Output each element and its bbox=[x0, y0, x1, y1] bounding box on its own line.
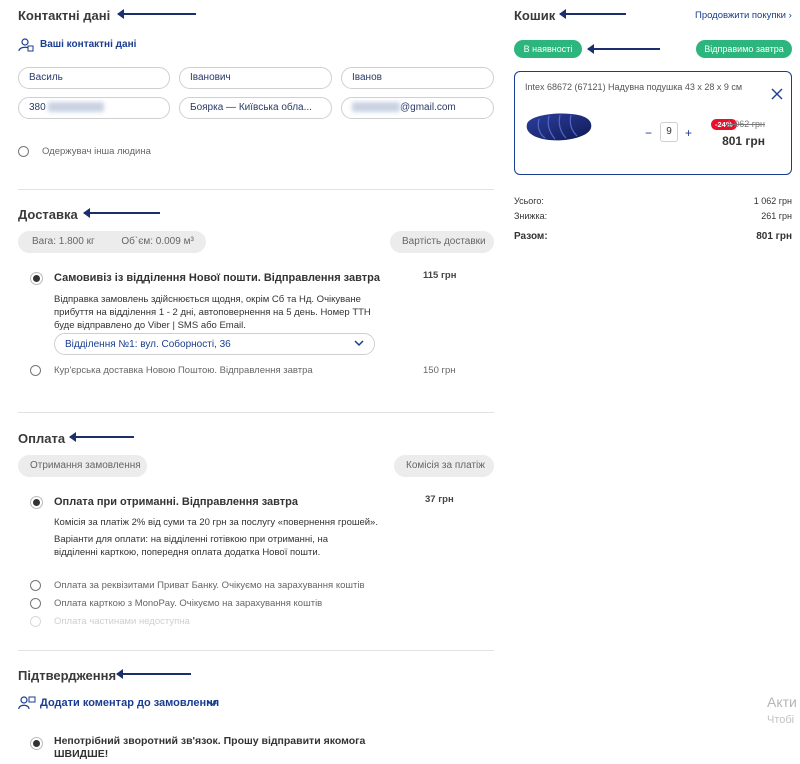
courier-radio[interactable] bbox=[30, 365, 41, 376]
continue-shopping-link[interactable]: Продовжити покупки › bbox=[695, 10, 792, 21]
ship-tomorrow-badge: Відправимо завтра bbox=[696, 40, 792, 58]
cash-on-delivery-radio[interactable] bbox=[30, 496, 43, 509]
last-name-field[interactable]: Іванов bbox=[341, 67, 494, 89]
close-icon[interactable] bbox=[771, 88, 783, 103]
person-icon bbox=[18, 38, 34, 52]
delivery-title: Доставка bbox=[18, 207, 78, 222]
privat-radio[interactable] bbox=[30, 580, 41, 591]
current-price: 801 грн bbox=[722, 134, 765, 148]
courier-label: Кур'єрська доставка Новою Поштою. Відпра… bbox=[54, 365, 313, 376]
other-recipient-label: Одержувач інша людина bbox=[42, 146, 151, 157]
branch-selected: Відділення №1: вул. Соборності, 36 bbox=[65, 339, 231, 350]
city-field[interactable]: Боярка — Київська обла... bbox=[179, 97, 332, 119]
payment-title: Оплата bbox=[18, 431, 66, 446]
activation-watermark-sub: Чтобі bbox=[767, 714, 795, 726]
annotation-arrow bbox=[116, 669, 191, 679]
installments-radio bbox=[30, 616, 41, 627]
quantity-input[interactable]: 9 bbox=[660, 122, 678, 142]
no-callback-label: Непотрібний зворотний зв'язок. Прошу від… bbox=[54, 735, 366, 760]
discount-value: 261 грн bbox=[761, 211, 792, 221]
payment-variants-text: Варіанти для оплати: на відділенні готів… bbox=[54, 534, 329, 558]
increase-qty-button[interactable]: + bbox=[685, 126, 692, 140]
total-value: 1 062 грн bbox=[753, 196, 792, 206]
product-image[interactable] bbox=[523, 110, 595, 147]
phone-field[interactable]: 380 bbox=[18, 97, 170, 119]
cash-on-delivery-label: Оплата при отриманні. Відправлення завтр… bbox=[54, 496, 299, 508]
redacted-phone bbox=[48, 102, 105, 113]
divider bbox=[18, 412, 494, 413]
contacts-title: Контактні дані bbox=[18, 8, 111, 23]
first-name-field[interactable]: Василь bbox=[18, 67, 170, 89]
cash-on-delivery-price: 37 грн bbox=[425, 494, 454, 505]
courier-price: 150 грн bbox=[423, 365, 456, 376]
installments-label: Оплата частинами недоступна bbox=[54, 616, 190, 627]
discount-label: Знижка: bbox=[514, 211, 548, 221]
monopay-radio[interactable] bbox=[30, 598, 41, 609]
cart-title: Кошик bbox=[514, 8, 556, 23]
annotation-arrow bbox=[587, 44, 660, 54]
decrease-qty-button[interactable]: − bbox=[645, 126, 652, 140]
chevron-down-icon[interactable] bbox=[207, 698, 217, 711]
redacted-email bbox=[352, 102, 400, 113]
other-recipient-radio[interactable] bbox=[18, 146, 29, 157]
pickup-description: Відправка замовлень здійснюється щодня, … bbox=[54, 294, 371, 331]
old-price: 1 062 грн bbox=[726, 119, 765, 129]
pickup-label: Самовивіз із відділення Нової пошти. Від… bbox=[54, 272, 380, 284]
privat-label: Оплата за реквізитами Приват Банку. Очік… bbox=[54, 580, 365, 591]
add-comment-link[interactable]: Додати коментар до замовлення bbox=[40, 697, 219, 709]
annotation-arrow bbox=[83, 208, 160, 218]
annotation-arrow bbox=[69, 432, 134, 442]
email-field[interactable]: @gmail.com bbox=[341, 97, 494, 119]
monopay-label: Оплата карткою з MonoPay. Очікуємо на за… bbox=[54, 598, 323, 609]
no-callback-radio[interactable] bbox=[30, 737, 43, 750]
sum-label: Разом: bbox=[514, 231, 548, 242]
confirmation-title: Підтвердження bbox=[18, 668, 117, 683]
patronymic-field[interactable]: Іванович bbox=[179, 67, 332, 89]
product-name: Intex 68672 (67121) Надувна подушка 43 х… bbox=[525, 82, 743, 92]
weight-volume-badge: Вага: 1.800 кг Об`єм: 0.009 м³ bbox=[18, 231, 206, 253]
receive-order-button[interactable]: Отримання замовлення bbox=[18, 455, 147, 477]
your-contacts-link[interactable]: Ваші контактні дані bbox=[40, 39, 136, 50]
comment-person-icon bbox=[18, 696, 36, 710]
annotation-arrow bbox=[559, 9, 626, 19]
sum-value: 801 грн bbox=[756, 231, 792, 242]
chevron-right-icon: › bbox=[788, 10, 792, 21]
cart-item-card: Intex 68672 (67121) Надувна подушка 43 х… bbox=[514, 71, 792, 175]
divider bbox=[18, 189, 494, 190]
total-label: Усього: bbox=[514, 196, 544, 206]
activation-watermark: Акти bbox=[767, 694, 797, 710]
divider bbox=[18, 650, 494, 651]
annotation-arrow bbox=[117, 9, 196, 19]
commission-button[interactable]: Комісія за платіж bbox=[394, 455, 494, 477]
delivery-cost-button[interactable]: Вартість доставки bbox=[390, 231, 494, 253]
chevron-down-icon bbox=[354, 338, 364, 351]
branch-select[interactable]: Відділення №1: вул. Соборності, 36 bbox=[54, 333, 375, 355]
pickup-radio[interactable] bbox=[30, 272, 43, 285]
pickup-price: 115 грн bbox=[423, 270, 457, 281]
in-stock-badge: В наявності bbox=[514, 40, 582, 58]
commission-text: Комісія за платіж 2% від суми та 20 грн … bbox=[54, 517, 378, 528]
